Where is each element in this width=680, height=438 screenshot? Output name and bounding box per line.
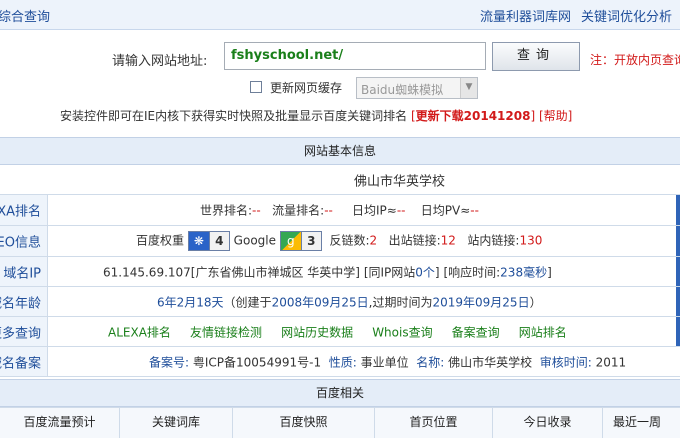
outbound-label: 出站链接:: [388, 233, 441, 248]
more-query-label: 更多查询: [0, 317, 48, 346]
baidu-weight-badge[interactable]: ❋ 4: [187, 231, 230, 251]
outbound-value[interactable]: 12: [441, 234, 456, 248]
domain-age: 6年2月18天: [157, 295, 224, 309]
daily-ip-label: 日均IP≈: [351, 203, 397, 218]
spider-select[interactable]: Baidu蜘蛛模拟 ▼: [356, 77, 478, 99]
traffic-rank-value: --: [324, 203, 333, 218]
url-input[interactable]: fshyschool.net/: [224, 42, 486, 70]
col-today-indexed: 今日收录: [493, 408, 603, 438]
chevron-down-icon: ▼: [460, 78, 477, 98]
basic-info-header: 网站基本信息: [0, 137, 680, 165]
age-label: 域名年龄: [0, 287, 48, 316]
query-button[interactable]: 查询: [492, 42, 580, 71]
traffic-rank-label: 流量排名:: [272, 203, 325, 218]
daily-pv-value: --: [470, 203, 479, 218]
help-link[interactable]: 帮助: [544, 109, 568, 123]
seo-label: SEO信息: [0, 226, 48, 256]
beian-row: 域名备案 备案号: 粤ICP备10054991号-1 性质: 事业单位 名称: …: [0, 347, 680, 377]
more-query-row: 更多查询 ALEXA排名 友情链接检测 网站历史数据 Whois查询 备案查询 …: [0, 317, 680, 347]
response-time: 238毫秒: [500, 265, 548, 279]
more-link-alexa[interactable]: ALEXA排名: [108, 325, 171, 339]
backlinks-value[interactable]: 2: [370, 234, 378, 248]
beian-audit-time: 2011: [595, 355, 627, 369]
install-text: 安装控件即可在IE内核下获得实时快照及批量显示百度关键词排名: [60, 109, 408, 123]
inbound-value[interactable]: 130: [519, 234, 542, 248]
top-links: 流量利器词库网 关键词优化分析: [480, 6, 680, 25]
expire-date: 2019年09月25日: [432, 295, 530, 309]
created-date: 2008年09月25日: [271, 295, 369, 309]
ip-label: 域名IP: [0, 257, 48, 286]
inner-page-note: 注：开放内页查询: [590, 53, 680, 67]
site-name: 佛山市华英学校: [354, 174, 446, 189]
daily-pv-label: 日均PV≈: [420, 203, 471, 218]
col-snapshot: 百度快照: [233, 408, 375, 438]
col-traffic-estimate: 百度流量预计: [0, 408, 120, 438]
top-bar: 综合查询 流量利器词库网 关键词优化分析: [0, 0, 680, 30]
google-pr-icon: g: [280, 232, 301, 250]
google-label: Google: [233, 233, 276, 248]
url-label: 请输入网站地址:: [112, 54, 208, 69]
alexa-row: ALEXA排名 世界排名:-- 流量排名:-- 日均IP≈-- 日均PV≈--: [0, 195, 680, 226]
install-row: 安装控件即可在IE内核下获得实时快照及批量显示百度关键词排名 [更新下载2014…: [60, 109, 573, 123]
page-title: 综合查询: [0, 10, 51, 25]
col-keywords: 关键词库: [120, 408, 233, 438]
col-last-week: 最近一周: [613, 415, 662, 429]
update-cache-label: 更新网页缓存: [270, 81, 343, 95]
world-rank-value: --: [252, 203, 261, 218]
more-link-rank[interactable]: 网站排名: [519, 325, 567, 339]
inbound-label: 站内链接:: [467, 233, 520, 248]
alexa-label: ALEXA排名: [0, 195, 48, 225]
age-row: 域名年龄 6年2月18天（创建于2008年09月25日,过期时间为2019年09…: [0, 287, 680, 317]
baidu-header: 百度相关: [0, 379, 680, 407]
ip-row: 域名IP 61.145.69.107[广东省佛山市禅城区 华英中学] [同IP网…: [0, 257, 680, 287]
more-link-friendlinks[interactable]: 友情链接检测: [190, 325, 262, 339]
same-ip-count[interactable]: 0个: [415, 265, 435, 279]
world-rank-label: 世界排名:: [200, 203, 253, 218]
spider-select-value: Baidu蜘蛛模拟: [361, 83, 444, 97]
scroll-strip: [676, 195, 680, 225]
beian-label: 域名备案: [0, 347, 48, 376]
baidu-table-header: 百度流量预计 关键词库 百度快照 首页位置 今日收录 最近一周: [0, 407, 680, 438]
top-link-traffic-tool[interactable]: 流量利器词库网: [480, 10, 571, 25]
daily-ip-value: --: [396, 203, 406, 218]
download-link[interactable]: 更新下载20141208: [416, 109, 531, 123]
top-link-keyword-analysis[interactable]: 关键词优化分析: [581, 10, 672, 25]
beian-nature: 事业单位: [360, 355, 409, 369]
col-homepage-position: 首页位置: [375, 408, 493, 438]
baidu-paw-icon: ❋: [188, 232, 209, 250]
more-link-history[interactable]: 网站历史数据: [281, 325, 353, 339]
update-cache-checkbox[interactable]: [250, 81, 262, 93]
beian-number: 粤ICP备10054991号-1: [192, 355, 322, 369]
more-link-whois[interactable]: Whois查询: [372, 325, 432, 339]
site-name-row: 佛山市华英学校: [0, 165, 680, 195]
baidu-weight-label: 百度权重: [136, 233, 185, 248]
ip-location: [广东省佛山市禅城区 华英中学]: [190, 265, 360, 279]
ip-value: 61.145.69.107: [103, 265, 191, 279]
google-pr-badge[interactable]: g3: [279, 231, 322, 251]
beian-name: 佛山市华英学校: [448, 355, 533, 369]
backlinks-label: 反链数:: [329, 233, 370, 248]
more-link-beian[interactable]: 备案查询: [452, 325, 500, 339]
seo-row: SEO信息 百度权重 ❋4 Google g3 反链数:2 出站链接:12 站内…: [0, 226, 680, 257]
